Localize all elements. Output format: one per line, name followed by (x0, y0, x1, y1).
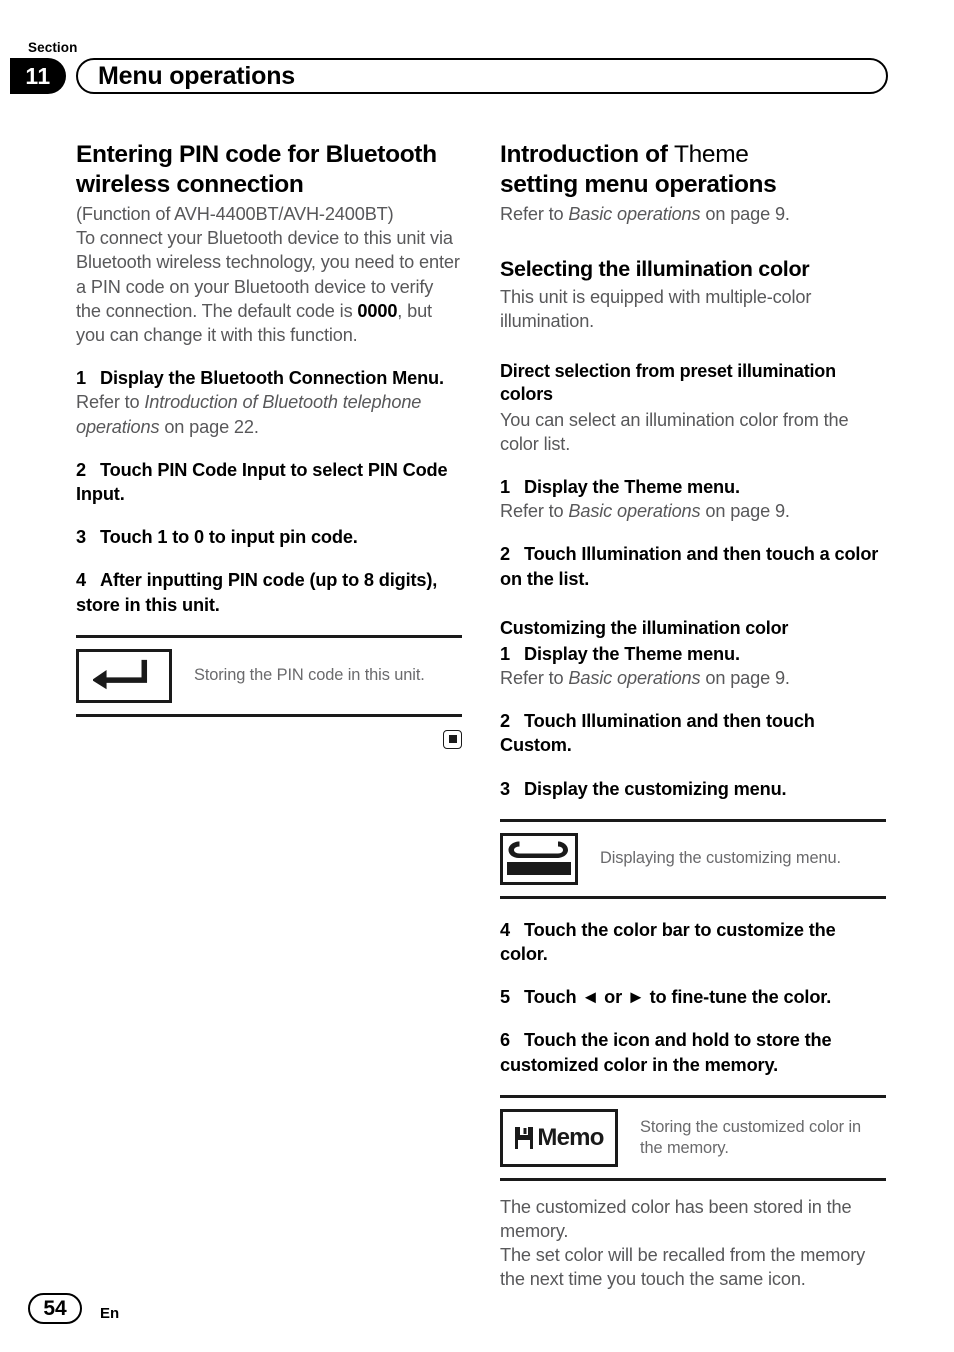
step-number: 1 (500, 477, 510, 498)
step-number: 1 (76, 368, 86, 389)
step-text: Touch Illumination and then touch a colo… (500, 544, 879, 589)
step-number: 2 (500, 544, 510, 565)
ref-prefix: Refer to (500, 668, 569, 689)
direct-selection-step-2: 2 Touch Illumination and then touch a col… (500, 542, 886, 590)
step-text: Touch 1 to 0 to input pin code. (100, 527, 358, 548)
memo-save-icon (515, 1126, 534, 1149)
step-text: Touch ◄ or ► to fine-tune the color. (524, 987, 832, 1008)
step-number: 4 (500, 919, 510, 940)
step-number: 1 (500, 643, 510, 664)
page-number: 54 (28, 1293, 82, 1324)
heading-bold-part: Introduction of (500, 141, 675, 168)
left-section-heading: Entering PIN code for Bluetooth wireless… (76, 141, 437, 198)
step-number: 4 (76, 570, 86, 591)
left-step-1-reference: Refer to Introduction of Bluetooth telep… (76, 390, 462, 438)
step-number: 6 (500, 1030, 510, 1051)
right-heading-reference: Refer to Basic operations on page 9. (500, 202, 886, 226)
direct-selection-step-1-reference: Refer to Basic operations on page 9. (500, 499, 886, 523)
left-step-4: 4 After inputting PIN code (up to 8 digit… (76, 568, 462, 616)
step-text: Touch Illumination and then touch Custom… (500, 711, 815, 756)
end-of-section-marker (76, 729, 462, 749)
end-marker-icon (443, 729, 462, 749)
ref-title: Basic operations (568, 204, 701, 224)
ref-suffix: on page 9. (700, 501, 790, 522)
page-footer: 54 En (28, 1293, 119, 1324)
step-number: 3 (76, 527, 86, 548)
heading-regular-part: Theme (674, 141, 749, 168)
selecting-illumination-color-body: This unit is equipped with multiple-colo… (500, 287, 812, 332)
ref-prefix: Refer to (76, 392, 145, 413)
left-intro-line1: (Function of AVH-4400BT/AVH-2400BT) (76, 204, 394, 224)
memo-note-box: Memo Storing the customized color in the… (500, 1094, 886, 1181)
direct-selection-heading: Direct selection from preset illuminatio… (500, 360, 836, 404)
memo-inner: Memo (514, 1123, 604, 1152)
section-number-badge: 11 (10, 58, 66, 94)
left-column: Entering PIN code for Bluetooth wireless… (76, 140, 462, 749)
page-header: Section 11 Menu operations (0, 0, 954, 120)
customizing-menu-note-box: Displaying the customizing menu. (500, 818, 886, 899)
step-text: Display the Theme menu. (524, 643, 740, 664)
right-section-heading: Introduction of Theme setting menu opera… (500, 140, 886, 200)
section-label: Section (28, 40, 78, 55)
step-number: 2 (500, 711, 510, 732)
step-text: Display the customizing menu. (524, 778, 787, 799)
language-code: En (100, 1305, 120, 1322)
customizing-illumination-color-heading: Customizing the illumination color (500, 617, 789, 638)
step-number: 3 (500, 778, 510, 799)
step-text: Display the Bluetooth Connection Menu. (100, 368, 444, 389)
ref-prefix: Refer to (500, 204, 569, 224)
enter-return-arrow-icon (76, 648, 172, 703)
pin-store-note-box: Storing the PIN code in this unit. (76, 634, 462, 717)
page-title: Menu operations (98, 61, 296, 90)
left-step-2: 2 Touch PIN Code Input to select PIN Code… (76, 458, 462, 506)
step-text: Touch the color bar to customize the col… (500, 919, 836, 965)
left-step-1: 1 Display the Bluetooth Connection Menu. (76, 366, 462, 390)
ref-title: Basic operations (568, 668, 701, 689)
customizing-step-4: 4 Touch the color bar to customize the co… (500, 918, 886, 966)
customizing-step-1: 1 Display the Theme menu. (500, 642, 886, 666)
memo-label: Memo (537, 1123, 604, 1151)
customizing-menu-note-text: Displaying the customizing menu. (600, 849, 841, 868)
customizing-step-5: 5 Touch ◄ or ► to fine-tune the color. (500, 985, 886, 1009)
default-pin-code: 0000 (357, 300, 398, 321)
customizing-closing-paragraph: The customized color has been stored in … (500, 1196, 866, 1290)
customizing-step-3: 3 Display the customizing menu. (500, 777, 886, 801)
ref-suffix: on page 9. (700, 204, 790, 224)
step-text: After inputting PIN code (up to 8 digits… (76, 570, 438, 615)
ref-suffix: on page 9. (700, 668, 790, 689)
ref-title: Basic operations (568, 501, 701, 522)
wrench-icon (500, 832, 578, 885)
left-step-3: 3 Touch 1 to 0 to input pin code. (76, 525, 462, 549)
memo-note-text: Storing the customized color in the memo… (640, 1117, 862, 1157)
left-intro-paragraph: (Function of AVH-4400BT/AVH-2400BT) To c… (76, 202, 462, 347)
selecting-illumination-color-heading: Selecting the illumination color (500, 257, 810, 282)
ref-suffix: on page 22. (159, 416, 259, 437)
customizing-step-1-reference: Refer to Basic operations on page 9. (500, 666, 886, 690)
step-text: Touch the icon and hold to store the cus… (500, 1030, 832, 1075)
heading-line2: setting menu operations (500, 171, 777, 198)
direct-selection-step-1: 1 Display the Theme menu. (500, 475, 886, 499)
direct-selection-body: You can select an illumination color fro… (500, 409, 849, 454)
step-number: 2 (76, 459, 86, 480)
step-text: Display the Theme menu. (524, 477, 740, 498)
pin-store-note-text: Storing the PIN code in this unit. (194, 666, 425, 685)
step-number: 5 (500, 987, 510, 1008)
ref-prefix: Refer to (500, 501, 569, 522)
customizing-step-6: 6 Touch the icon and hold to store the cu… (500, 1028, 886, 1076)
right-column: Introduction of Theme setting menu opera… (500, 140, 886, 1292)
customizing-step-2: 2 Touch Illumination and then touch Custo… (500, 709, 886, 757)
step-text: Touch PIN Code Input to select PIN Code … (76, 459, 448, 505)
memo-note-icon-frame: Memo (500, 1108, 618, 1167)
